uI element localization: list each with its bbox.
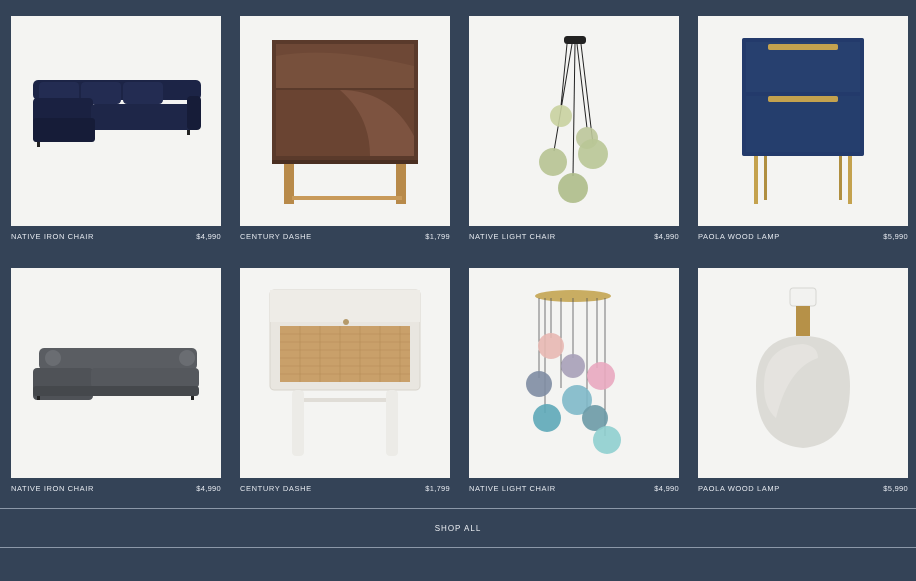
product-image[interactable] [11, 268, 221, 478]
product-card[interactable]: NATIVE IRON CHAIR $4,990 [11, 268, 221, 493]
product-price: $4,990 [196, 232, 221, 241]
grey-sectional-sofa-image [33, 348, 199, 400]
walnut-nightstand-image [272, 40, 418, 204]
product-card[interactable]: PAOLA WOOD LAMP $5,990 [698, 16, 908, 241]
navy-brass-nightstand-image [742, 38, 864, 204]
product-price: $4,990 [654, 232, 679, 241]
product-image[interactable] [240, 16, 450, 226]
product-card[interactable]: CENTURY DASHE $1,799 [240, 16, 450, 241]
product-card[interactable]: CENTURY DASHE $1,799 [240, 268, 450, 493]
green-glass-pendant-light-image [539, 36, 608, 203]
product-price: $1,799 [425, 484, 450, 493]
product-name[interactable]: PAOLA WOOD LAMP [698, 484, 780, 493]
stone-table-lamp-image [756, 287, 850, 448]
product-image[interactable] [698, 268, 908, 478]
product-card[interactable]: NATIVE LIGHT CHAIR $4,990 [469, 16, 679, 241]
product-card[interactable]: PAOLA WOOD LAMP $5,990 [698, 268, 908, 493]
product-image[interactable] [240, 268, 450, 478]
divider [0, 547, 916, 548]
product-price: $4,990 [196, 484, 221, 493]
multicolor-glass-chandelier-image [526, 290, 621, 454]
shop-all-button[interactable]: SHOP ALL [0, 509, 916, 547]
product-name[interactable]: NATIVE LIGHT CHAIR [469, 232, 556, 241]
product-name[interactable]: NATIVE IRON CHAIR [11, 484, 94, 493]
product-image[interactable] [698, 16, 908, 226]
product-name[interactable]: NATIVE IRON CHAIR [11, 232, 94, 241]
product-image[interactable] [469, 16, 679, 226]
product-image[interactable] [11, 16, 221, 226]
product-card[interactable]: NATIVE IRON CHAIR $4,990 [11, 16, 221, 241]
white-rattan-nightstand-image [269, 289, 421, 456]
navy-sectional-sofa-image [33, 80, 201, 147]
product-name[interactable]: CENTURY DASHE [240, 484, 312, 493]
product-name[interactable]: PAOLA WOOD LAMP [698, 232, 780, 241]
product-price: $5,990 [883, 232, 908, 241]
product-price: $4,990 [654, 484, 679, 493]
product-card[interactable]: NATIVE LIGHT CHAIR $4,990 [469, 268, 679, 493]
product-name[interactable]: NATIVE LIGHT CHAIR [469, 484, 556, 493]
product-image[interactable] [469, 268, 679, 478]
product-name[interactable]: CENTURY DASHE [240, 232, 312, 241]
product-price: $5,990 [883, 484, 908, 493]
product-price: $1,799 [425, 232, 450, 241]
